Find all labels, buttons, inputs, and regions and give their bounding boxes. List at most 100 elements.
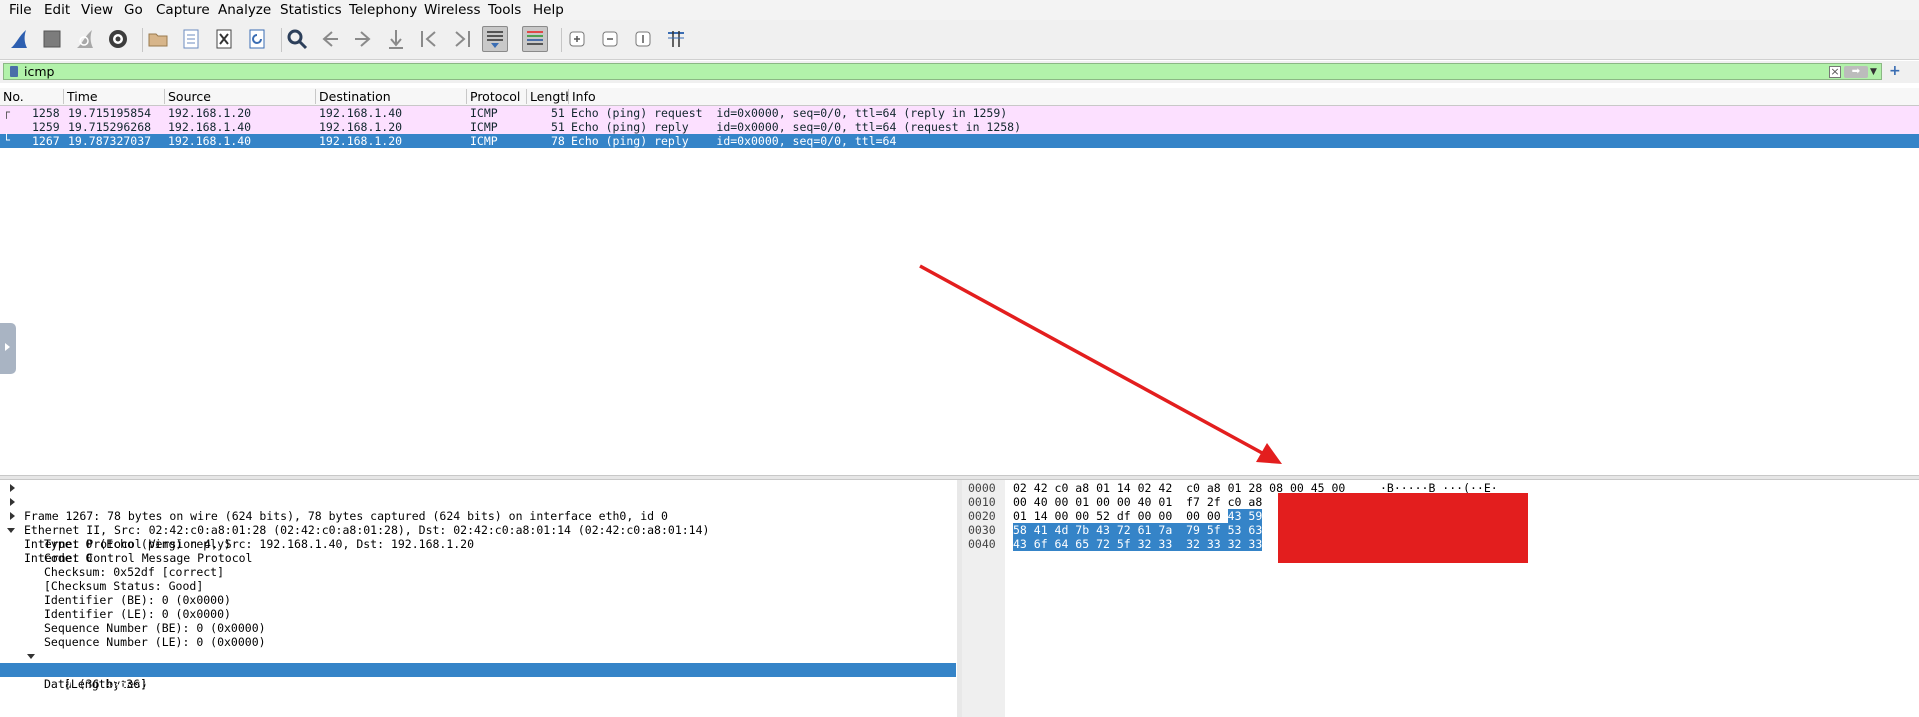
packet-source: 192.168.1.40 [168, 134, 252, 148]
column-header-no[interactable]: No. [0, 89, 64, 104]
expand-triangle-icon[interactable] [10, 498, 15, 506]
go-forward-button[interactable] [350, 26, 376, 52]
byte-offset: 0010 [968, 495, 996, 509]
first-packet-icon [421, 31, 436, 47]
packet-time: 19.715296268 [68, 120, 152, 134]
restart-capture-button[interactable] [72, 26, 98, 52]
stop-capture-button[interactable] [39, 26, 65, 52]
menu-view[interactable]: View [81, 2, 113, 18]
start-capture-button[interactable] [6, 26, 32, 52]
main-toolbar [0, 20, 1919, 60]
expand-triangle-icon[interactable] [10, 484, 15, 492]
byte-offset: 0000 [968, 481, 996, 495]
go-to-packet-button[interactable] [383, 26, 409, 52]
close-file-button[interactable] [211, 26, 237, 52]
hex-row[interactable]: 43 6f 64 65 72 5f 32 33 32 33 32 33 [1013, 537, 1263, 551]
zoom-out-button[interactable] [597, 26, 623, 52]
save-file-icon [183, 29, 199, 49]
expand-triangle-icon[interactable] [10, 512, 15, 520]
tree-item-frame[interactable]: Frame 1267: 78 bytes on wire (624 bits),… [0, 481, 668, 523]
column-header-info[interactable]: Info [569, 89, 1919, 104]
packet-row[interactable]: ┌ 1258 19.715195854 192.168.1.20 192.168… [0, 105, 1919, 120]
menu-statistics[interactable]: Statistics [280, 2, 342, 18]
autoscroll-icon [487, 31, 503, 48]
zoom-in-button[interactable] [564, 26, 590, 52]
menu-help[interactable]: Help [533, 2, 564, 18]
normal-size-icon [635, 31, 651, 47]
tree-item-ethernet[interactable]: Ethernet II, Src: 02:42:c0:a8:01:28 (02:… [0, 495, 709, 537]
tree-item-data-length[interactable]: [Length: 36] [64, 677, 147, 691]
last-packet-button[interactable] [449, 26, 475, 52]
packet-destination: 192.168.1.20 [319, 134, 403, 148]
open-file-button[interactable] [145, 26, 171, 52]
autoscroll-button[interactable] [482, 26, 508, 52]
hex-row[interactable]: 00 40 00 01 00 00 40 01 f7 2f c0 a8 [1013, 495, 1262, 509]
menu-file[interactable]: File [9, 2, 32, 18]
column-header-time[interactable]: Time [64, 89, 165, 104]
shark-fin-start-icon [11, 30, 27, 48]
hex-row[interactable]: 01 14 00 00 52 df 00 00 00 00 43 59 [1013, 509, 1263, 523]
menu-bar: File Edit View Go Capture Analyze Statis… [0, 0, 1919, 20]
sidebar-toggle-handle[interactable] [0, 323, 16, 374]
find-packet-button[interactable] [284, 26, 310, 52]
capture-options-button[interactable] [105, 26, 131, 52]
hex-row[interactable]: 58 41 4d 7b 43 72 61 7a 79 5f 53 63 [1013, 523, 1263, 537]
packet-length: 51 [551, 106, 565, 120]
packet-row-selected[interactable]: └ 1267 19.787327037 192.168.1.40 192.168… [0, 133, 1919, 148]
tree-item-icmp-checksum[interactable]: Checksum: 0x52df [correct] [44, 565, 224, 579]
menu-go[interactable]: Go [124, 2, 143, 18]
packet-no: 1259 [32, 120, 60, 134]
go-back-button[interactable] [317, 26, 343, 52]
menu-analyze[interactable]: Analyze [218, 2, 271, 18]
packet-details-pane: Frame 1267: 78 bytes on wire (624 bits),… [0, 480, 958, 717]
hex-bytes-selected: 43 59 [1227, 509, 1263, 523]
first-packet-button[interactable] [416, 26, 442, 52]
tree-item-icmp-type[interactable]: Type: 0 (Echo (ping) reply) [44, 537, 231, 551]
apply-filter-arrow-icon[interactable]: ➡ [1844, 66, 1868, 78]
tree-item-identifier-be[interactable]: Identifier (BE): 0 (0x0000) [44, 593, 231, 607]
packet-no: 1267 [32, 134, 60, 148]
menu-tools[interactable]: Tools [488, 2, 521, 18]
collapse-triangle-icon[interactable] [7, 528, 15, 533]
display-filter-input[interactable] [24, 64, 1824, 79]
packet-info: Echo (ping) reply id=0x0000, seq=0/0, tt… [571, 120, 1022, 134]
resize-columns-button[interactable] [663, 26, 689, 52]
tree-item-ipv4[interactable]: Internet Protocol Version 4, Src: 192.16… [0, 509, 474, 551]
add-filter-button-plus-icon[interactable]: + [1889, 63, 1901, 79]
hex-bytes: 00 40 00 01 00 00 40 01 f7 2f c0 a8 [1013, 495, 1263, 509]
tree-item-checksum-status[interactable]: [Checksum Status: Good] [44, 579, 203, 593]
packet-list-header: No. Time Source Destination Protocol Len… [0, 88, 1919, 106]
save-file-button[interactable] [178, 26, 204, 52]
bookmark-icon[interactable] [10, 66, 18, 77]
tree-item-sequence-be[interactable]: Sequence Number (BE): 0 (0x0000) [44, 621, 266, 635]
byte-offset: 0020 [968, 509, 996, 523]
tree-item-data[interactable]: Data (36 bytes) [0, 649, 956, 691]
menu-edit[interactable]: Edit [44, 2, 70, 18]
annotation-arrow-line [919, 264, 1265, 456]
display-filter-field: × ➡ ▼ [3, 63, 1882, 80]
colorize-button[interactable] [522, 26, 548, 52]
conversation-bracket-icon: └ [3, 133, 10, 147]
column-header-length[interactable]: Length [527, 89, 569, 104]
packet-protocol: ICMP [470, 134, 498, 148]
column-header-destination[interactable]: Destination [316, 89, 467, 104]
clear-filter-icon[interactable]: × [1829, 66, 1841, 78]
collapse-triangle-icon[interactable] [27, 654, 35, 659]
tree-item-data-payload-selected[interactable]: Data: 435942455245584414d7b4372617a795f5… [0, 663, 956, 691]
tree-item-sequence-le[interactable]: Sequence Number (LE): 0 (0x0000) [44, 635, 266, 649]
column-header-source[interactable]: Source [165, 89, 316, 104]
tree-item-identifier-le[interactable]: Identifier (LE): 0 (0x0000) [44, 607, 231, 621]
packet-row[interactable]: 1259 19.715296268 192.168.1.40 192.168.1… [0, 120, 1919, 134]
chevron-down-icon[interactable]: ▼ [1870, 67, 1877, 77]
menu-capture[interactable]: Capture [156, 2, 210, 18]
menu-wireless[interactable]: Wireless [424, 2, 481, 18]
tree-item-icmp[interactable]: Internet Control Message Protocol [0, 523, 252, 565]
menu-telephony[interactable]: Telephony [349, 2, 417, 18]
tree-item-icmp-code[interactable]: Code: 0 [44, 551, 92, 565]
packet-source: 192.168.1.20 [168, 106, 252, 120]
normal-size-button[interactable] [630, 26, 656, 52]
column-header-protocol[interactable]: Protocol [467, 89, 527, 104]
colorize-icon [527, 31, 543, 45]
tree-item-label: Ethernet II, Src: 02:42:c0:a8:01:28 (02:… [24, 523, 710, 537]
reload-file-button[interactable] [244, 26, 270, 52]
